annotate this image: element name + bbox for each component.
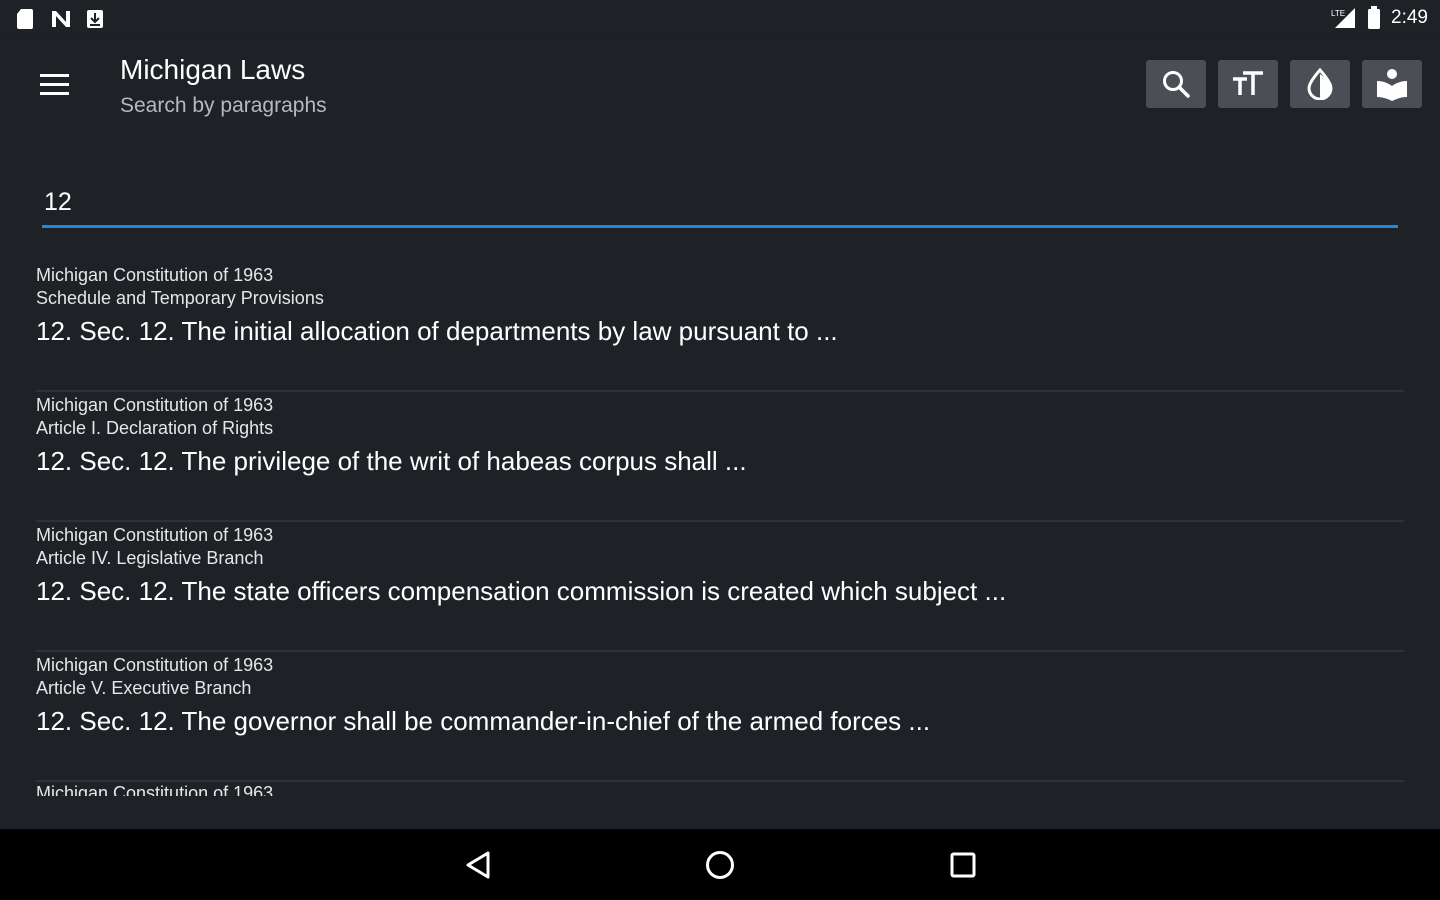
search-button[interactable] [1146,60,1206,108]
reader-icon [1377,69,1407,101]
result-source: Michigan Constitution of 1963 [36,783,274,796]
status-left-icons [16,8,104,30]
back-button[interactable] [458,845,498,885]
result-item[interactable]: Michigan Constitution of 1963 Article I.… [36,392,1404,522]
home-icon [706,851,734,879]
result-text: 12. Sec. 12. The state officers compensa… [36,576,1007,606]
results-list: Michigan Constitution of 1963 Schedule a… [36,262,1404,796]
reader-button[interactable] [1362,60,1422,108]
result-source: Michigan Constitution of 1963 [36,265,274,285]
app-subtitle: Search by paragraphs [120,94,327,117]
content-area: Michigan Constitution of 1963 Schedule a… [0,132,1440,829]
sd-card-icon [17,9,33,29]
menu-icon-bar [39,91,69,95]
navigation-bar [0,829,1440,900]
result-source: Michigan Constitution of 1963 [36,525,274,545]
status-time: 2:49 [1391,7,1428,28]
contrast-button[interactable] [1290,60,1350,108]
search-input[interactable] [42,182,1398,222]
result-section: Schedule and Temporary Provisions [36,288,324,308]
result-section: Article I. Declaration of Rights [36,418,274,438]
menu-icon-bar [39,73,69,77]
recents-button[interactable] [943,845,983,885]
nfc-icon [52,11,70,27]
svg-text:LTE: LTE [1331,9,1345,18]
toolbar-actions [1146,60,1422,108]
result-source: Michigan Constitution of 1963 [36,395,274,415]
result-section: Article IV. Legislative Branch [36,548,264,568]
result-text: 12. Sec. 12. The initial allocation of d… [36,316,838,346]
result-item[interactable]: Michigan Constitution of 1963 Schedule a… [36,262,1404,392]
home-button[interactable] [700,845,740,885]
recents-icon [950,852,976,878]
battery-icon [1368,6,1381,29]
search-icon [1163,71,1190,98]
status-right-icons: LTE 2:49 [1331,6,1428,30]
result-item[interactable]: Michigan Constitution of 1963 Article IV… [36,522,1404,652]
text-size-icon [1233,71,1263,95]
text-size-button[interactable] [1218,60,1278,108]
menu-button[interactable] [30,64,78,104]
result-item-partial[interactable]: Michigan Constitution of 1963 [36,782,1404,796]
back-icon [466,851,490,879]
result-text: 12. Sec. 12. The privilege of the writ o… [36,446,747,476]
download-icon [87,10,103,28]
app-bar: Michigan Laws Search by paragraphs [0,38,1440,132]
contrast-icon [1307,68,1333,100]
status-bar: LTE 2:49 [0,0,1440,38]
app-title: Michigan Laws [120,54,306,85]
result-text: 12. Sec. 12. The governor shall be comma… [36,706,931,736]
search-field [42,182,1398,228]
menu-icon-bar [39,82,69,86]
result-section: Article V. Executive Branch [36,678,252,698]
result-item[interactable]: Michigan Constitution of 1963 Article V.… [36,652,1404,782]
result-source: Michigan Constitution of 1963 [36,655,274,675]
signal-icon: LTE [1331,8,1356,28]
